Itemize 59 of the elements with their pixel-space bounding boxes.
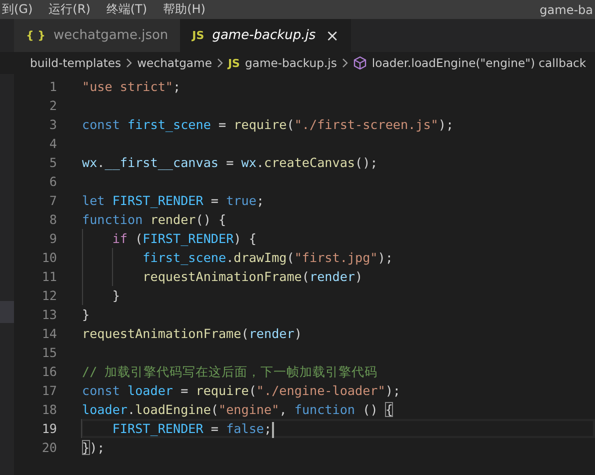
tab[interactable]: JS game-backup.js × [180,19,352,52]
menu-item[interactable]: 帮助(H) [155,1,214,18]
line-number: 18 [40,401,57,419]
file-type-icon: JS [228,56,240,70]
code-line: loader.loadEngine("engine", function () { [82,402,393,417]
text-cursor [272,422,274,438]
code-line: requestAnimationFrame(render) [142,269,363,284]
code-line: "use strict"; [82,79,181,94]
line-number: 7 [48,192,57,210]
breadcrumb-item[interactable]: build-templates [30,56,122,70]
tab-label: game-backup.js [212,28,316,43]
line-number: 6 [48,173,57,191]
line-number: 13 [40,306,57,324]
line-number: 16 [40,363,57,381]
code-line: requestAnimationFrame(render) [82,326,302,341]
menu-item[interactable]: 运行(R) [40,1,98,18]
chevron-icon [340,58,349,68]
line-number: 2 [48,97,57,115]
chevron-icon [125,58,134,68]
code-line: const loader = require("./engine-loader"); [82,383,400,398]
cube-icon [352,56,367,70]
code-line: if (FIRST_RENDER) { [111,231,256,246]
menu-item[interactable]: 到(G) [0,1,41,18]
close-icon[interactable]: × [326,26,340,45]
menu-item[interactable]: 终端(T) [98,1,156,18]
line-number: 19 [40,420,57,438]
code-line: } [111,288,120,303]
window-title: game-ba [540,2,593,16]
line-number: 8 [48,211,57,229]
breadcrumb-item[interactable]: loader.loadEngine("engine") callback [372,56,586,70]
line-number: 9 [48,230,57,248]
line-number: 11 [40,268,57,286]
line-number: 15 [40,344,57,362]
line-number: 5 [48,154,57,172]
file-type-icon: { } [26,29,46,42]
code-line: }); [82,440,105,455]
file-type-icon: JS [192,29,204,42]
breadcrumb-item[interactable]: wechatgame [137,56,212,70]
line-number: 12 [40,287,57,305]
code-line: const first_scene = require("./first-screen.js"); [82,117,454,132]
tab-label: wechatgame.json [54,28,168,43]
row-highlight [0,301,14,323]
code-line: wx.__first__canvas = wx.createCanvas(); [82,155,378,170]
code-line: } [82,307,90,322]
line-number: 10 [40,249,57,267]
code-line: first_scene.drawImg("first.jpg"); [142,250,393,265]
code-line: function render() { [82,212,226,227]
line-number: 1 [48,78,57,96]
code-line: // 加载引擎代码写在这后面，下一帧加载引擎代码 [82,364,378,379]
code-line: let FIRST_RENDER = true; [82,193,264,208]
chevron-icon [216,58,224,68]
line-number: 17 [40,382,57,400]
breadcrumb-item[interactable]: game-backup.js [244,56,337,70]
line-number: 14 [40,325,57,343]
line-number: 3 [48,116,57,134]
line-number: 4 [48,135,57,153]
line-number: 20 [40,439,57,457]
code-line: FIRST_RENDER = false; [111,421,272,436]
tab[interactable]: { } wechatgame.json [14,19,180,52]
